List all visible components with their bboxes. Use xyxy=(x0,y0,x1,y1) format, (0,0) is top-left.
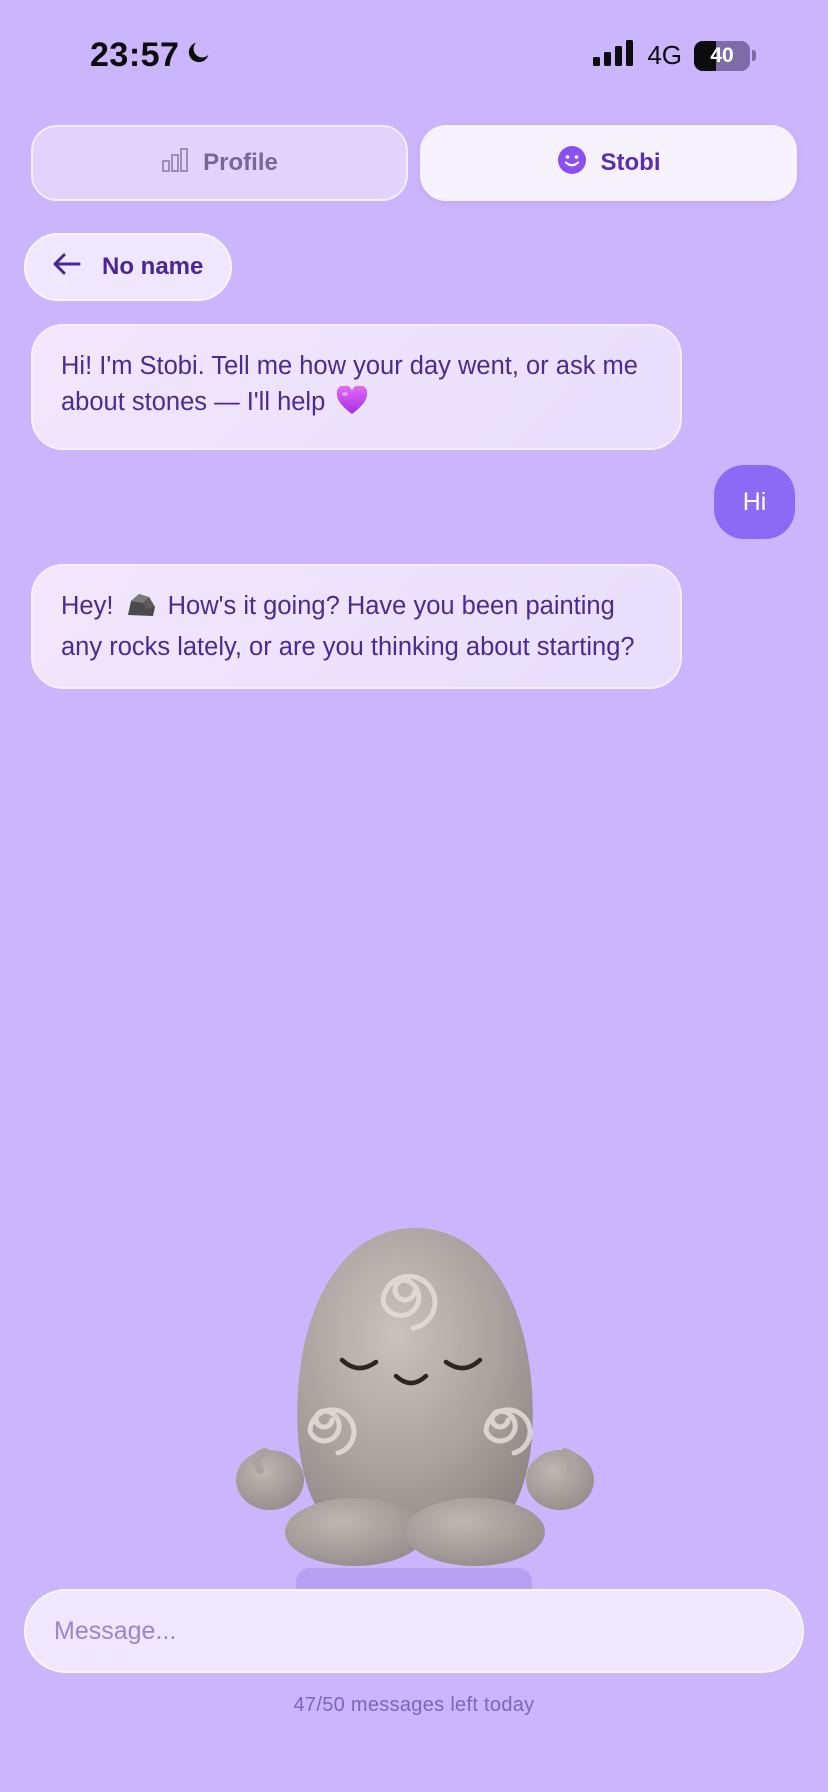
network-label: 4G xyxy=(647,40,682,70)
status-time: 23:57 xyxy=(90,36,180,74)
message-input[interactable] xyxy=(24,1589,804,1673)
chart-bars-icon xyxy=(161,147,189,180)
status-bar-time-group: 23:57 xyxy=(90,36,213,75)
battery-icon: 40 xyxy=(694,40,756,71)
assistant-message: Hey! How's it going? Have you been paint… xyxy=(31,564,682,689)
message-text: Hi xyxy=(742,487,767,516)
moon-icon xyxy=(185,36,213,75)
rock-icon xyxy=(125,591,157,629)
smile-face-icon xyxy=(557,145,587,182)
tab-profile-label: Profile xyxy=(203,149,278,176)
assistant-message: Hi! I'm Stobi. Tell me how your day went… xyxy=(31,324,682,450)
signal-bars-icon xyxy=(593,40,635,71)
tab-stobi-label: Stobi xyxy=(600,149,661,176)
stobi-mascot-image xyxy=(230,1220,600,1575)
message-pre-text: Hey! xyxy=(61,592,114,620)
messages-left-counter: 47/50 messages left today xyxy=(293,1694,535,1716)
tab-profile[interactable]: Profile xyxy=(31,125,408,201)
back-button[interactable]: No name xyxy=(24,233,232,301)
purple-heart-icon xyxy=(336,385,368,426)
tab-stobi[interactable]: Stobi xyxy=(420,125,797,201)
status-bar-right: 4G 40 xyxy=(593,40,756,71)
back-label: No name xyxy=(102,253,204,280)
user-message: Hi xyxy=(714,465,795,539)
arrow-left-icon xyxy=(52,252,82,283)
battery-level: 40 xyxy=(710,43,734,67)
